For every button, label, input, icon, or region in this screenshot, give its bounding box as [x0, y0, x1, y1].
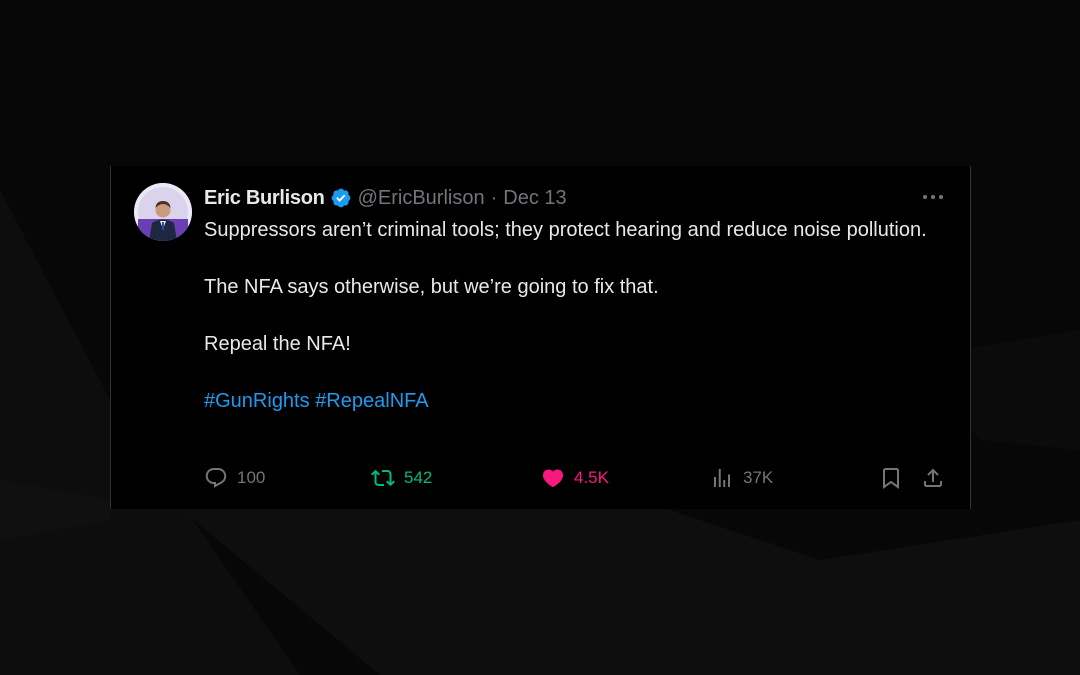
- author-handle[interactable]: @EricBurlison: [358, 187, 485, 210]
- views-count: 37K: [743, 468, 774, 487]
- reply-count: 100: [237, 468, 266, 487]
- tweet-text: Suppressors aren’t criminal tools; they …: [204, 216, 944, 416]
- share-button[interactable]: [921, 464, 945, 492]
- share-icon: [924, 468, 942, 487]
- tweet-line: Suppressors aren’t criminal tools; they …: [204, 219, 927, 241]
- hashtag-line: #GunRights #RepealNFA: [204, 387, 944, 416]
- views-button[interactable]: 37K: [710, 464, 773, 492]
- hashtag-gunrights[interactable]: #GunRights: [204, 390, 310, 412]
- tweet-line: The NFA says otherwise, but we’re going …: [204, 276, 659, 298]
- like-button[interactable]: 4.5K: [541, 464, 609, 492]
- action-bar: 100 542 4.5K 37K: [204, 464, 949, 492]
- reply-icon: [205, 468, 227, 488]
- display-name[interactable]: Eric Burlison: [204, 187, 325, 210]
- retweet-count: 542: [404, 468, 433, 487]
- heart-icon: [542, 469, 564, 488]
- bookmark-icon: [883, 468, 899, 489]
- retweet-button[interactable]: 542: [371, 464, 432, 492]
- timestamp[interactable]: Dec 13: [503, 187, 566, 210]
- bookmark-button[interactable]: [879, 464, 903, 492]
- verified-badge-icon[interactable]: [330, 187, 352, 209]
- hashtag-repealnfa[interactable]: #RepealNFA: [315, 390, 428, 412]
- separator-dot: ·: [490, 186, 498, 209]
- retweet-icon: [371, 469, 395, 487]
- tweet-card[interactable]: Eric Burlison @EricBurlison · Dec 13 Sup…: [110, 166, 971, 509]
- reply-button[interactable]: 100: [204, 464, 265, 492]
- avatar[interactable]: [134, 183, 192, 241]
- avatar-photo-icon: [134, 183, 192, 241]
- tweet-header: Eric Burlison @EricBurlison · Dec 13: [204, 185, 567, 211]
- screen-background: Eric Burlison @EricBurlison · Dec 13 Sup…: [0, 0, 1080, 675]
- tweet-line: Repeal the NFA!: [204, 333, 351, 355]
- like-count: 4.5K: [574, 468, 609, 487]
- more-options-icon[interactable]: [920, 186, 946, 208]
- views-icon: [714, 469, 730, 487]
